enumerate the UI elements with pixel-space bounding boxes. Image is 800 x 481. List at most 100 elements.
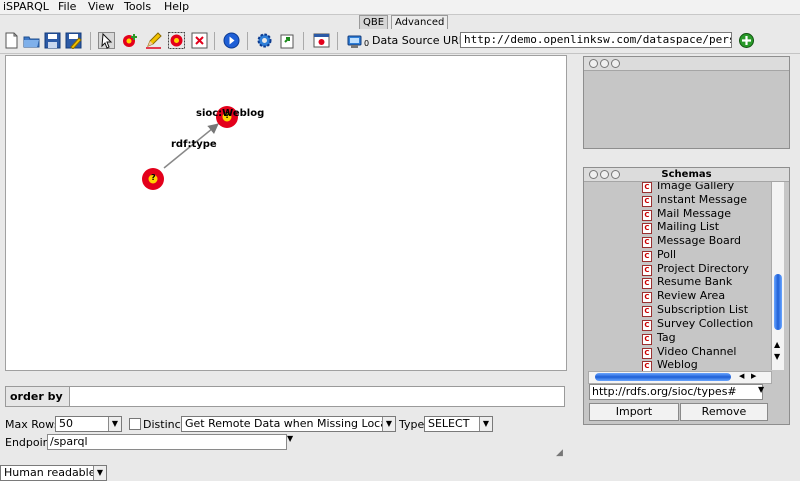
- tab-qbe[interactable]: QBE: [359, 15, 389, 30]
- minimize-icon[interactable]: [600, 59, 609, 68]
- menu-app[interactable]: iSPARQL: [3, 0, 49, 14]
- chevron-down-icon: ▼: [479, 417, 492, 431]
- data-source-icon[interactable]: [346, 32, 363, 49]
- tab-advanced[interactable]: Advanced: [391, 15, 449, 30]
- order-by-bar[interactable]: order by: [5, 386, 565, 407]
- horizontal-scrollbar-thumb[interactable]: [595, 373, 731, 381]
- class-icon: C: [642, 278, 652, 289]
- new-document-icon[interactable]: [3, 32, 20, 49]
- schema-item[interactable]: C Poll: [642, 248, 676, 262]
- toolbar-separator: [303, 32, 304, 50]
- schema-item[interactable]: C Message Board: [642, 234, 741, 248]
- schema-url-input[interactable]: http://rdfs.org/sioc/types#: [589, 384, 763, 400]
- endpoint-dropdown-icon[interactable]: ▼: [287, 434, 293, 443]
- select-cursor-icon[interactable]: [98, 32, 115, 49]
- graph-svg: [142, 106, 238, 190]
- data-source-count-badge: 0: [364, 39, 370, 48]
- schema-item[interactable]: C Mail Message: [642, 207, 731, 221]
- menu-view[interactable]: View: [88, 0, 114, 14]
- resize-grip-icon[interactable]: ◢: [556, 448, 563, 458]
- class-icon: C: [642, 334, 652, 345]
- order-by-label: order by: [6, 387, 70, 406]
- schema-item[interactable]: C Review Area: [642, 289, 725, 303]
- query-canvas[interactable]: ? ? rdf:type sioc:Weblog: [5, 55, 567, 371]
- window-icon[interactable]: [313, 32, 330, 49]
- save-as-icon[interactable]: [65, 32, 82, 49]
- query-type-select[interactable]: SELECT ▼: [424, 416, 493, 432]
- scroll-up-icon[interactable]: ▲: [774, 340, 780, 349]
- node-group-icon[interactable]: [168, 32, 185, 49]
- menu-file[interactable]: File: [58, 0, 76, 14]
- schema-item[interactable]: C Subscription List: [642, 303, 748, 317]
- data-source-uri-input[interactable]: http://demo.openlinksw.com/dataspace/per…: [460, 32, 732, 48]
- max-rows-value: 50: [59, 417, 73, 430]
- schema-item[interactable]: C Instant Message: [642, 193, 747, 207]
- class-icon: C: [642, 237, 652, 248]
- horizontal-scrollbar[interactable]: ◀ ▶: [588, 371, 772, 384]
- schema-item[interactable]: C Tag: [642, 331, 676, 345]
- schema-item[interactable]: C Mailing List: [642, 220, 719, 234]
- class-icon: C: [642, 320, 652, 331]
- remove-button[interactable]: Remove: [680, 403, 768, 421]
- gear-icon[interactable]: [256, 32, 273, 49]
- class-icon: C: [642, 306, 652, 317]
- close-icon[interactable]: [589, 170, 598, 179]
- schema-item[interactable]: C Weblog: [642, 358, 698, 372]
- chevron-down-icon: ▼: [108, 417, 121, 431]
- vertical-scrollbar-thumb[interactable]: [774, 274, 782, 330]
- max-rows-select[interactable]: 50 ▼: [55, 416, 122, 432]
- delete-icon[interactable]: [191, 32, 208, 49]
- add-data-source-icon[interactable]: [738, 32, 755, 49]
- toolbar-separator: [247, 32, 248, 50]
- schema-item[interactable]: C Survey Collection: [642, 317, 753, 331]
- max-rows-label: Max Rows: [5, 418, 60, 431]
- minimize-icon[interactable]: [600, 170, 609, 179]
- toolbar-separator: [90, 32, 91, 50]
- import-button[interactable]: Import: [589, 403, 679, 421]
- export-icon[interactable]: [279, 32, 296, 49]
- remote-data-value: Get Remote Data when Missing Locally: [185, 417, 396, 430]
- schema-item[interactable]: C Project Directory: [642, 262, 749, 276]
- class-icon: C: [642, 223, 652, 234]
- subject-node-marker: ?: [151, 173, 156, 182]
- add-node-icon[interactable]: [122, 32, 139, 49]
- class-icon: C: [642, 251, 652, 262]
- schemas-panel: Schemas C Image Gallery C Instant Message …: [583, 167, 790, 425]
- distinct-label: Distinct: [143, 418, 185, 431]
- endpoint-input[interactable]: /sparql: [47, 434, 287, 450]
- distinct-checkbox[interactable]: [129, 418, 141, 430]
- open-folder-icon[interactable]: [23, 32, 40, 49]
- schema-url-dropdown-icon[interactable]: ▼: [758, 385, 764, 394]
- run-query-icon[interactable]: [223, 32, 240, 49]
- output-format-select[interactable]: Human readable ▼: [0, 465, 107, 481]
- close-icon[interactable]: [589, 59, 598, 68]
- chevron-down-icon: ▼: [382, 417, 395, 431]
- menu-tools[interactable]: Tools: [124, 0, 151, 14]
- schema-item[interactable]: C Video Channel: [642, 345, 736, 359]
- toolbar-separator: [214, 32, 215, 50]
- top-right-panel: [583, 56, 790, 149]
- schema-item[interactable]: C Image Gallery: [642, 182, 734, 193]
- scroll-left-icon[interactable]: ◀: [739, 372, 744, 380]
- menu-bar: iSPARQL File View Tools Help: [0, 0, 800, 15]
- toolbar-separator: [337, 32, 338, 50]
- save-icon[interactable]: [44, 32, 61, 49]
- chevron-down-icon: ▼: [93, 466, 106, 480]
- class-icon: C: [642, 292, 652, 303]
- scroll-right-icon[interactable]: ▶: [751, 372, 756, 380]
- maximize-icon[interactable]: [611, 170, 620, 179]
- pencil-icon[interactable]: [145, 32, 162, 49]
- schema-item[interactable]: C Resume Bank: [642, 275, 732, 289]
- menu-help[interactable]: Help: [164, 0, 189, 14]
- class-icon: C: [642, 182, 652, 193]
- remote-data-select[interactable]: Get Remote Data when Missing Locally ▼: [181, 416, 396, 432]
- type-label: Type: [399, 418, 425, 431]
- class-icon: C: [642, 196, 652, 207]
- maximize-icon[interactable]: [611, 59, 620, 68]
- vertical-scrollbar[interactable]: ▲ ▼: [771, 182, 784, 370]
- scroll-down-icon[interactable]: ▼: [774, 352, 780, 361]
- output-format-value: Human readable: [4, 466, 96, 479]
- object-node-label[interactable]: sioc:Weblog: [196, 108, 264, 119]
- data-source-label: Data Source URI: [372, 34, 462, 47]
- edge-label[interactable]: rdf:type: [171, 139, 217, 150]
